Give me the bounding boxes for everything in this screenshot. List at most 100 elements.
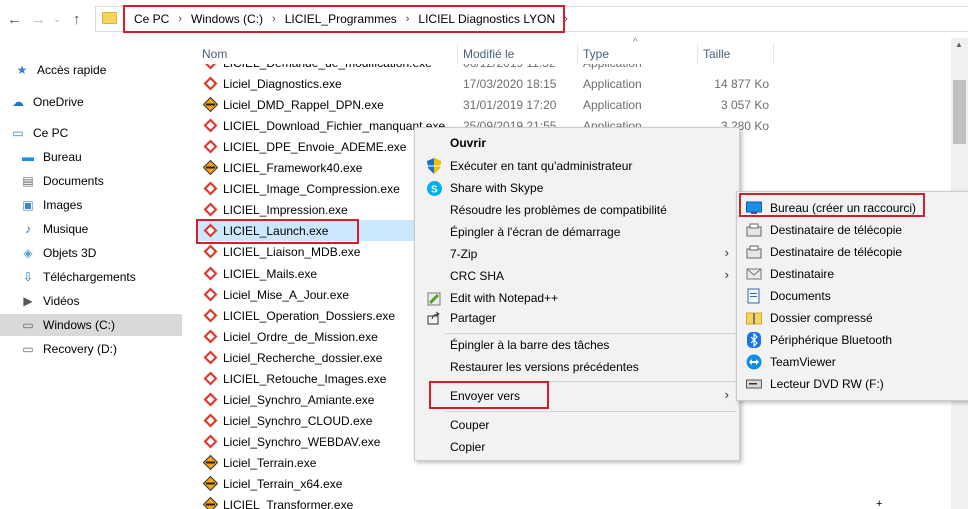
menu-item-troubleshoot[interactable]: Résoudre les problèmes de compatibilité: [415, 199, 739, 221]
menu-item-crc-sha[interactable]: CRC SHA ›: [415, 265, 739, 287]
send-to-item[interactable]: Documents: [737, 285, 968, 307]
nav-item-vid-os[interactable]: ▶ Vidéos: [20, 290, 79, 312]
menu-item-pin-start[interactable]: Épingler à l'écran de démarrage: [415, 221, 739, 243]
column-divider[interactable]: [577, 44, 578, 64]
application-icon: [202, 160, 219, 176]
menu-item-notepadpp[interactable]: Edit with Notepad++: [415, 287, 739, 309]
nav-item-label: Images: [43, 198, 83, 212]
menu-item-copy[interactable]: Copier: [415, 436, 739, 458]
menu-separator: [445, 411, 736, 412]
menu-label: Destinataire de télécopie: [770, 223, 903, 237]
file-name: Liciel_Terrain_x64.exe: [223, 477, 343, 491]
column-header-modified[interactable]: Modifié le: [463, 47, 514, 61]
file-row[interactable]: Liciel_Terrain_x64.exe: [196, 473, 936, 494]
application-icon: [202, 496, 219, 509]
column-header-type[interactable]: Type: [583, 47, 609, 61]
menu-item-pin-taskbar[interactable]: Épingler à la barre des tâches: [415, 334, 739, 356]
star-icon: ★: [16, 63, 28, 77]
send-to-item[interactable]: Destinataire de télécopie: [737, 219, 968, 241]
nav-item-musique[interactable]: ♪ Musique: [20, 218, 88, 240]
menu-item-cut[interactable]: Couper: [415, 414, 739, 436]
column-header-size[interactable]: Taille: [703, 47, 730, 61]
chevron-right-icon: ›: [724, 267, 729, 282]
file-row[interactable]: LICIEL_Transformer.exe: [196, 494, 936, 509]
menu-item-open[interactable]: Ouvrir: [415, 132, 739, 154]
shield-icon: [426, 158, 442, 174]
music-icon: ♪: [25, 222, 31, 236]
file-type: Application: [583, 77, 642, 92]
menu-label: Lecteur DVD RW (F:): [770, 377, 884, 391]
nav-item-ce-pc[interactable]: ▭ Ce PC: [10, 122, 68, 144]
application-icon: [203, 139, 218, 154]
column-divider[interactable]: [457, 44, 458, 64]
send-to-item[interactable]: Dossier compressé: [737, 307, 968, 329]
column-headers: Nom Modifié le Type Taille: [196, 44, 968, 64]
send-to-item[interactable]: Lecteur DVD RW (F:): [737, 373, 968, 395]
file-name: LICIEL_DPE_Envoie_ADEME.exe: [223, 140, 407, 155]
recent-locations-icon[interactable]: ⌄: [53, 14, 61, 25]
nav-item-label: Recovery (D:): [43, 342, 118, 356]
column-divider[interactable]: [697, 44, 698, 64]
send-to-item[interactable]: Destinataire: [737, 263, 968, 285]
nav-item-bureau[interactable]: ▬ Bureau: [20, 146, 82, 168]
menu-item-run-as-admin[interactable]: Exécuter en tant qu'administrateur: [415, 155, 739, 177]
file-type: Application: [583, 98, 642, 113]
nav-item-images[interactable]: ▣ Images: [20, 194, 82, 216]
send-to-item[interactable]: TeamViewer: [737, 351, 968, 373]
up-arrow-icon[interactable]: ↑: [73, 11, 81, 28]
nav-item-windows-c[interactable]: ▭ Windows (C:): [0, 314, 182, 336]
file-row[interactable]: Liciel_DMD_Rappel_DPN.exe 31/01/2019 17:2…: [196, 94, 936, 115]
file-name: LICIEL_Image_Compression.exe: [223, 182, 400, 197]
nav-item-label: Objets 3D: [43, 246, 97, 260]
application-icon: [202, 475, 219, 492]
video-icon: ▶: [23, 294, 33, 308]
highlight-box: [429, 381, 549, 409]
column-divider[interactable]: [773, 44, 774, 64]
send-to-item[interactable]: Destinataire de télécopie: [737, 241, 968, 263]
menu-label: Périphérique Bluetooth: [770, 333, 893, 347]
send-to-item[interactable]: Périphérique Bluetooth: [737, 329, 968, 351]
nav-item-recovery-d[interactable]: ▭ Recovery (D:): [20, 338, 117, 360]
highlight-box: [123, 5, 565, 33]
nav-item-onedrive[interactable]: ☁ OneDrive: [10, 91, 84, 113]
menu-label: CRC SHA: [450, 269, 505, 283]
nav-item-objets-3d[interactable]: ◈ Objets 3D: [20, 242, 96, 264]
column-header-name[interactable]: Nom: [202, 47, 227, 61]
nav-item-label: Musique: [43, 222, 89, 236]
file-name: LICIEL_Transformer.exe: [223, 498, 354, 509]
menu-label: Résoudre les problèmes de compatibilité: [450, 203, 667, 217]
menu-item-restore-versions[interactable]: Restaurer les versions précédentes: [415, 356, 739, 378]
menu-label: Exécuter en tant qu'administrateur: [450, 159, 633, 173]
desktop-icon: ▬: [22, 150, 34, 164]
file-name: LICIEL_Download_Fichier_manquant.exe: [223, 119, 446, 134]
scroll-up-icon[interactable]: ▲: [955, 40, 963, 49]
forward-arrow-icon[interactable]: →: [31, 11, 46, 28]
menu-label: Documents: [770, 289, 831, 303]
nav-item-acc-s-rapide[interactable]: ★ Accès rapide: [14, 59, 107, 81]
dvd-drive-icon: [746, 376, 762, 392]
download-icon: ⇩: [22, 270, 34, 284]
file-name: LICIEL_Framework40.exe: [223, 161, 363, 176]
cloud-icon: ☁: [12, 95, 24, 109]
file-name: LICIEL_Impression.exe: [223, 203, 348, 218]
file-name: LICIEL_Demande_de_modification.exe: [223, 64, 432, 70]
menu-item-share[interactable]: Partager: [415, 307, 739, 329]
menu-item-share-skype[interactable]: S Share with Skype: [415, 177, 739, 199]
file-name: Liciel_Diagnostics.exe: [223, 77, 342, 92]
menu-label: Edit with Notepad++: [450, 291, 559, 305]
file-size: 14 877 Ko: [714, 77, 769, 92]
file-row[interactable]: LICIEL_Demande_de_modification.exe 06/12/…: [196, 64, 936, 73]
mouse-cursor-icon: +: [876, 498, 883, 509]
nav-item-t-l-chargements[interactable]: ⇩ Téléchargements: [20, 266, 136, 288]
back-arrow-icon[interactable]: ←: [7, 11, 22, 28]
nav-item-documents[interactable]: ▤ Documents: [20, 170, 103, 192]
application-icon: [203, 413, 218, 428]
scrollbar-thumb[interactable]: [953, 80, 966, 144]
file-type: Application: [583, 64, 642, 70]
file-row[interactable]: Liciel_Diagnostics.exe 17/03/2020 18:15 Ap…: [196, 73, 936, 94]
skype-icon: S: [426, 180, 442, 196]
file-name: Liciel_Terrain.exe: [223, 455, 317, 470]
menu-label: Couper: [450, 418, 490, 432]
menu-label: Épingler à l'écran de démarrage: [450, 225, 621, 239]
menu-item-7zip[interactable]: 7-Zip ›: [415, 243, 739, 265]
